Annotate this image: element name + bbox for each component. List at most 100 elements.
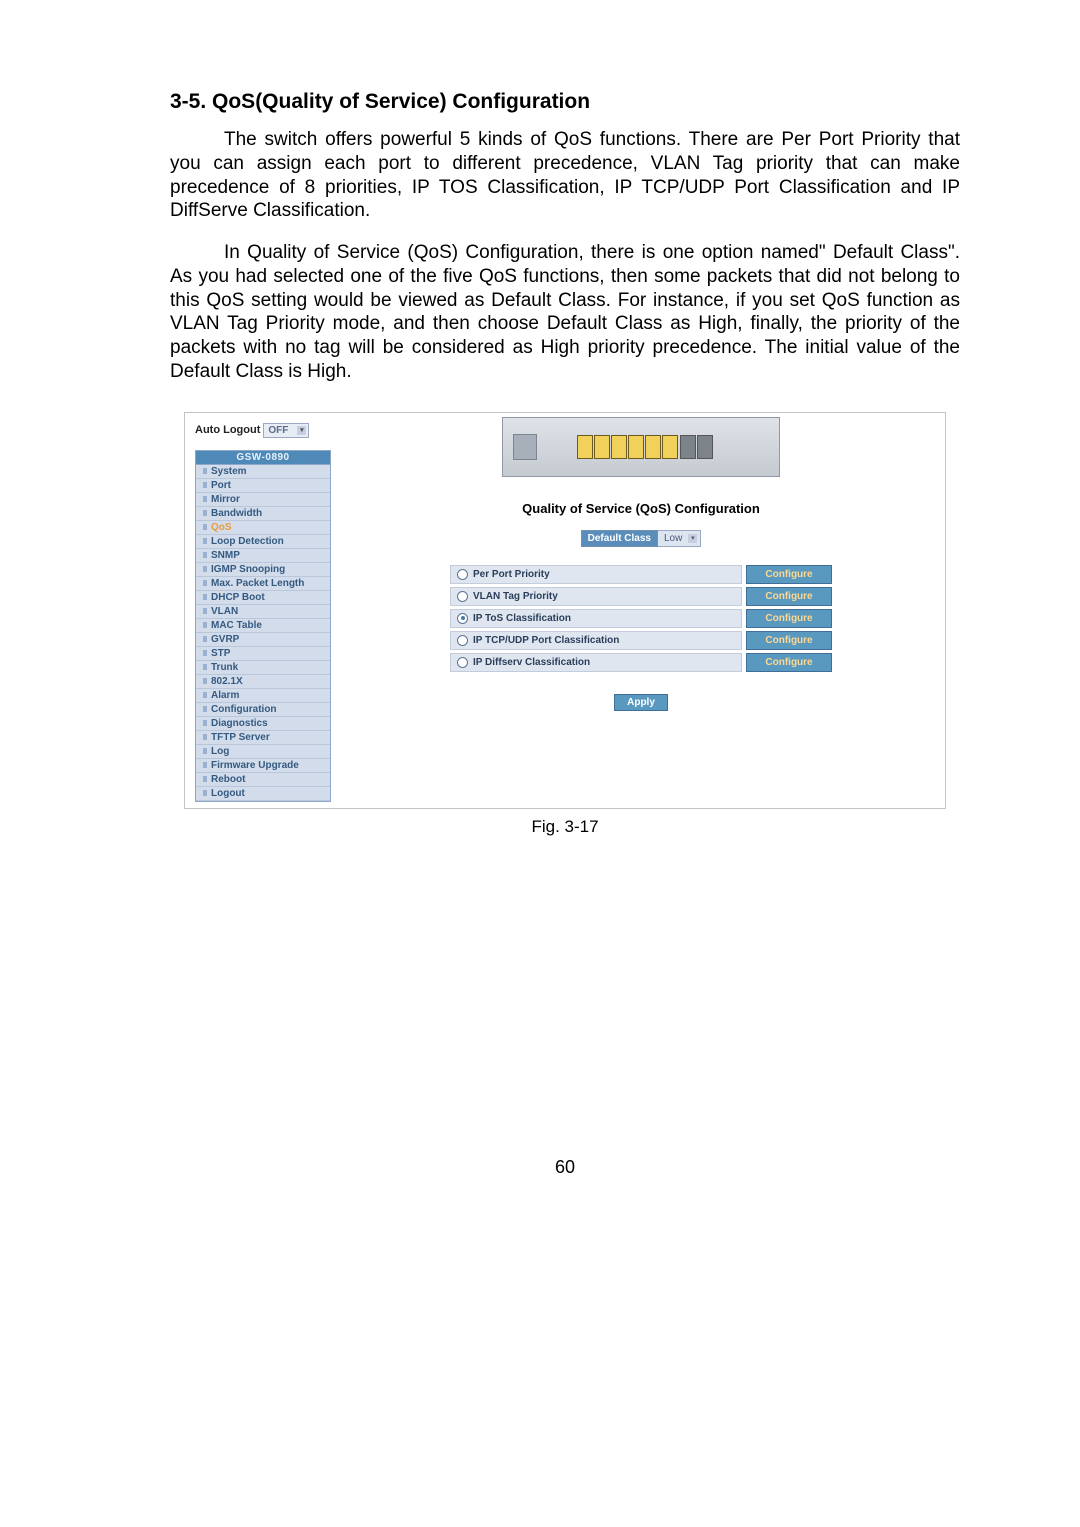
qos-option-vlan-tag-priority[interactable]: VLAN Tag Priority	[450, 587, 742, 606]
default-class-select[interactable]: Low ▾	[658, 530, 701, 547]
sidebar-item-diagnostics[interactable]: Diagnostics	[196, 717, 330, 731]
qos-option-label: IP Diffserv Classification	[473, 657, 590, 668]
sidebar-item-label: Log	[211, 746, 229, 757]
configure-button[interactable]: Configure	[746, 631, 832, 650]
bullet-icon	[203, 650, 207, 656]
sidebar-item-port[interactable]: Port	[196, 479, 330, 493]
port-icon	[680, 435, 696, 459]
sidebar-item-max-packet-length[interactable]: Max. Packet Length	[196, 577, 330, 591]
configure-button[interactable]: Configure	[746, 565, 832, 584]
sidebar-item-label: Loop Detection	[211, 536, 284, 547]
default-class-value: Low	[664, 533, 682, 544]
device-banner	[502, 417, 780, 477]
qos-screenshot: Auto Logout OFF ▾ GSW-0890 System Port Mir…	[184, 412, 946, 809]
port-icon	[662, 435, 678, 459]
sidebar-item-label: Firmware Upgrade	[211, 760, 299, 771]
configure-button[interactable]: Configure	[746, 587, 832, 606]
chevron-down-icon: ▾	[297, 426, 306, 435]
sidebar-item-label: Bandwidth	[211, 508, 262, 519]
sidebar-item-802-1x[interactable]: 802.1X	[196, 675, 330, 689]
sidebar-item-trunk[interactable]: Trunk	[196, 661, 330, 675]
bullet-icon	[203, 622, 207, 628]
sidebar-item-label: Configuration	[211, 704, 277, 715]
sidebar-item-label: VLAN	[211, 606, 238, 617]
sidebar-item-dhcp-boot[interactable]: DHCP Boot	[196, 591, 330, 605]
sidebar-item-snmp[interactable]: SNMP	[196, 549, 330, 563]
sidebar-item-system[interactable]: System	[196, 465, 330, 479]
qos-option-ip-diffserv-classification[interactable]: IP Diffserv Classification	[450, 653, 742, 672]
sidebar-item-label: TFTP Server	[211, 732, 270, 743]
qos-option-per-port-priority[interactable]: Per Port Priority	[450, 565, 742, 584]
sidebar-item-logout[interactable]: Logout	[196, 787, 330, 801]
sidebar-item-label: DHCP Boot	[211, 592, 265, 603]
sidebar-item-firmware-upgrade[interactable]: Firmware Upgrade	[196, 759, 330, 773]
sidebar-item-label: Mirror	[211, 494, 240, 505]
figure-caption: Fig. 3-17	[170, 817, 960, 837]
radio-icon	[457, 591, 468, 602]
sidebar-item-label: QoS	[211, 522, 232, 533]
sidebar-item-label: Logout	[211, 788, 245, 799]
qos-option-row: IP ToS Classification Configure	[450, 609, 832, 628]
sidebar-item-label: Reboot	[211, 774, 245, 785]
bullet-icon	[203, 748, 207, 754]
sidebar-item-label: IGMP Snooping	[211, 564, 285, 575]
default-class-label: Default Class	[581, 530, 658, 547]
apply-button[interactable]: Apply	[614, 694, 668, 711]
qos-option-ip-tos-classification[interactable]: IP ToS Classification	[450, 609, 742, 628]
radio-icon	[457, 569, 468, 580]
bullet-icon	[203, 664, 207, 670]
port-icon	[697, 435, 713, 459]
sidebar-item-stp[interactable]: STP	[196, 647, 330, 661]
qos-page-title: Quality of Service (QoS) Configuration	[347, 501, 935, 516]
sidebar-item-bandwidth[interactable]: Bandwidth	[196, 507, 330, 521]
sidebar-item-vlan[interactable]: VLAN	[196, 605, 330, 619]
auto-logout-select[interactable]: OFF ▾	[263, 423, 309, 438]
port-icon	[611, 435, 627, 459]
bullet-icon	[203, 720, 207, 726]
qos-option-ip-tcp-udp-port-classification[interactable]: IP TCP/UDP Port Classification	[450, 631, 742, 650]
qos-option-label: VLAN Tag Priority	[473, 591, 558, 602]
sidebar-item-mirror[interactable]: Mirror	[196, 493, 330, 507]
bullet-icon	[203, 580, 207, 586]
sidebar-item-label: System	[211, 466, 247, 477]
qos-option-row: VLAN Tag Priority Configure	[450, 587, 832, 606]
nav-title: GSW-0890	[196, 451, 330, 465]
sidebar-item-log[interactable]: Log	[196, 745, 330, 759]
qos-options-list: Per Port PriorityConfigureVLAN Tag Prior…	[450, 565, 832, 672]
sidebar-item-label: MAC Table	[211, 620, 262, 631]
sidebar-item-label: GVRP	[211, 634, 239, 645]
paragraph-2: In Quality of Service (QoS) Configuratio…	[170, 241, 960, 384]
sidebar-item-qos[interactable]: QoS	[196, 521, 330, 535]
radio-icon	[457, 613, 468, 624]
sidebar-item-configuration[interactable]: Configuration	[196, 703, 330, 717]
bullet-icon	[203, 552, 207, 558]
bullet-icon	[203, 636, 207, 642]
qos-option-label: IP ToS Classification	[473, 613, 571, 624]
sidebar-item-alarm[interactable]: Alarm	[196, 689, 330, 703]
default-class-row: Default Class Low ▾	[347, 530, 935, 547]
main-panel: Quality of Service (QoS) Configuration D…	[337, 413, 945, 729]
auto-logout-control[interactable]: Auto Logout OFF ▾	[195, 423, 331, 438]
sidebar-item-label: Port	[211, 480, 231, 491]
sidebar-item-label: SNMP	[211, 550, 240, 561]
bullet-icon	[203, 762, 207, 768]
qos-option-row: Per Port PriorityConfigure	[450, 565, 832, 584]
sidebar-item-tftp-server[interactable]: TFTP Server	[196, 731, 330, 745]
sidebar-item-mac-table[interactable]: MAC Table	[196, 619, 330, 633]
chevron-down-icon: ▾	[688, 534, 697, 543]
bullet-icon	[203, 706, 207, 712]
port-icon	[577, 435, 593, 459]
bullet-icon	[203, 524, 207, 530]
device-icon	[513, 434, 537, 460]
sidebar-item-loop-detection[interactable]: Loop Detection	[196, 535, 330, 549]
port-icon	[628, 435, 644, 459]
bullet-icon	[203, 678, 207, 684]
nav-box: GSW-0890 System Port Mirror Bandwidth QoS Loo…	[195, 450, 331, 802]
sidebar-item-gvrp[interactable]: GVRP	[196, 633, 330, 647]
sidebar-item-reboot[interactable]: Reboot	[196, 773, 330, 787]
configure-button[interactable]: Configure	[746, 609, 832, 628]
sidebar-item-igmp-snooping[interactable]: IGMP Snooping	[196, 563, 330, 577]
bullet-icon	[203, 566, 207, 572]
bullet-icon	[203, 468, 207, 474]
configure-button[interactable]: Configure	[746, 653, 832, 672]
